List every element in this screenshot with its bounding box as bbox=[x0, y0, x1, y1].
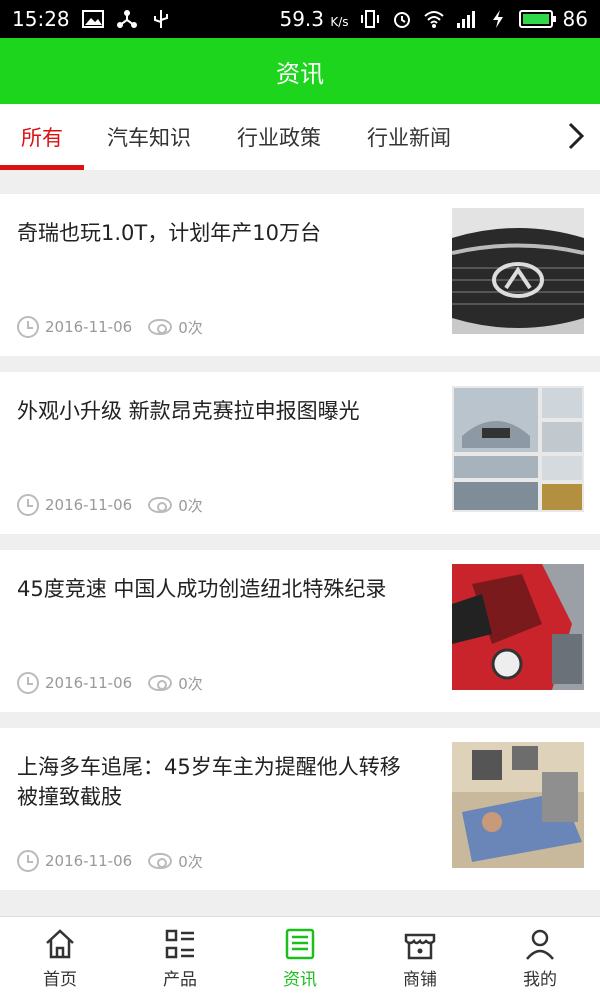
article-thumbnail[interactable] bbox=[452, 564, 584, 690]
list-item[interactable]: 上海多车追尾：45岁车主为提醒他人转移被撞致截肢 2016-11-06 0次 bbox=[0, 728, 600, 890]
signal-icon bbox=[456, 11, 475, 28]
nav-label-products: 产品 bbox=[163, 970, 197, 990]
article-thumbnail[interactable] bbox=[452, 208, 584, 334]
nav-label-home: 首页 bbox=[43, 970, 77, 990]
status-time: 15:28 bbox=[12, 7, 70, 31]
nav-home[interactable]: 首页 bbox=[0, 917, 120, 1000]
article-date: 2016-11-06 bbox=[45, 318, 133, 336]
nav-products[interactable]: 产品 bbox=[120, 917, 240, 1000]
article-thumbnail[interactable] bbox=[452, 742, 584, 868]
news-icon bbox=[285, 928, 315, 960]
clock-icon bbox=[17, 850, 39, 872]
list-item[interactable]: 外观小升级 新款昂克赛拉申报图曝光 2016-11-06 0次 bbox=[0, 372, 600, 534]
shop-icon bbox=[404, 933, 436, 960]
eye-icon bbox=[148, 497, 173, 513]
article-date: 2016-11-06 bbox=[45, 674, 133, 692]
list-item[interactable]: 奇瑞也玩1.0T，计划年产10万台 2016-11-06 0次 bbox=[0, 194, 600, 356]
network-speed: 59.3 K/s bbox=[279, 7, 349, 31]
article-views: 0次 bbox=[178, 318, 203, 337]
bottom-nav: 首页 产品 资讯 商铺 我的 bbox=[0, 916, 600, 1000]
nav-news[interactable]: 资讯 bbox=[240, 917, 360, 1000]
grid-list-icon bbox=[165, 929, 194, 959]
clock-icon bbox=[17, 316, 39, 338]
nav-label-news: 资讯 bbox=[283, 970, 317, 990]
article-title[interactable]: 外观小升级 新款昂克赛拉申报图曝光 bbox=[17, 396, 417, 426]
alarm-icon bbox=[393, 12, 410, 28]
wifi-icon bbox=[423, 11, 444, 28]
user-icon bbox=[526, 929, 554, 960]
charging-icon bbox=[492, 10, 503, 28]
tab-industry-news[interactable]: 行业新闻 bbox=[344, 104, 474, 170]
article-views: 0次 bbox=[178, 852, 203, 871]
page-title: 资讯 bbox=[276, 59, 324, 88]
article-meta: 2016-11-06 0次 bbox=[17, 494, 203, 516]
home-icon bbox=[46, 929, 74, 959]
article-meta: 2016-11-06 0次 bbox=[17, 672, 203, 694]
article-date: 2016-11-06 bbox=[45, 852, 133, 870]
nav-label-shop: 商铺 bbox=[403, 970, 437, 990]
article-views: 0次 bbox=[178, 496, 203, 515]
tab-all[interactable]: 所有 bbox=[0, 104, 84, 170]
usb-icon bbox=[153, 10, 168, 28]
page-header: 资讯 bbox=[0, 38, 600, 104]
article-meta: 2016-11-06 0次 bbox=[17, 316, 203, 338]
article-views: 0次 bbox=[178, 674, 203, 693]
battery-level: 86 bbox=[562, 7, 588, 31]
vibrate-icon bbox=[360, 10, 379, 28]
eye-icon bbox=[148, 853, 173, 869]
eye-icon bbox=[148, 319, 173, 335]
article-title[interactable]: 奇瑞也玩1.0T，计划年产10万台 bbox=[17, 218, 417, 248]
article-thumbnail[interactable] bbox=[452, 386, 584, 512]
tab-car-knowledge[interactable]: 汽车知识 bbox=[84, 104, 214, 170]
tab-industry-policy[interactable]: 行业政策 bbox=[214, 104, 344, 170]
share-icon bbox=[116, 10, 137, 28]
article-date: 2016-11-06 bbox=[45, 496, 133, 514]
eye-icon bbox=[148, 675, 173, 691]
status-bar: 15:28 59.3 K/s 86 bbox=[0, 0, 600, 38]
article-title[interactable]: 上海多车追尾：45岁车主为提醒他人转移被撞致截肢 bbox=[17, 752, 417, 812]
article-list: 奇瑞也玩1.0T，计划年产10万台 2016-11-06 0次 外观小升级 新款… bbox=[0, 194, 600, 906]
battery-icon bbox=[518, 10, 556, 28]
list-item[interactable]: 45度竞速 中国人成功创造纽北特殊纪录 2016-11-06 0次 bbox=[0, 550, 600, 712]
nav-label-mine: 我的 bbox=[523, 970, 557, 990]
clock-icon bbox=[17, 494, 39, 516]
image-icon bbox=[81, 10, 104, 28]
chevron-right-icon[interactable] bbox=[560, 118, 590, 154]
clock-icon bbox=[17, 672, 39, 694]
nav-mine[interactable]: 我的 bbox=[480, 917, 600, 1000]
article-meta: 2016-11-06 0次 bbox=[17, 850, 203, 872]
nav-shop[interactable]: 商铺 bbox=[360, 917, 480, 1000]
article-title[interactable]: 45度竞速 中国人成功创造纽北特殊纪录 bbox=[17, 574, 417, 604]
category-tabs: 所有 汽车知识 行业政策 行业新闻 bbox=[0, 104, 600, 170]
